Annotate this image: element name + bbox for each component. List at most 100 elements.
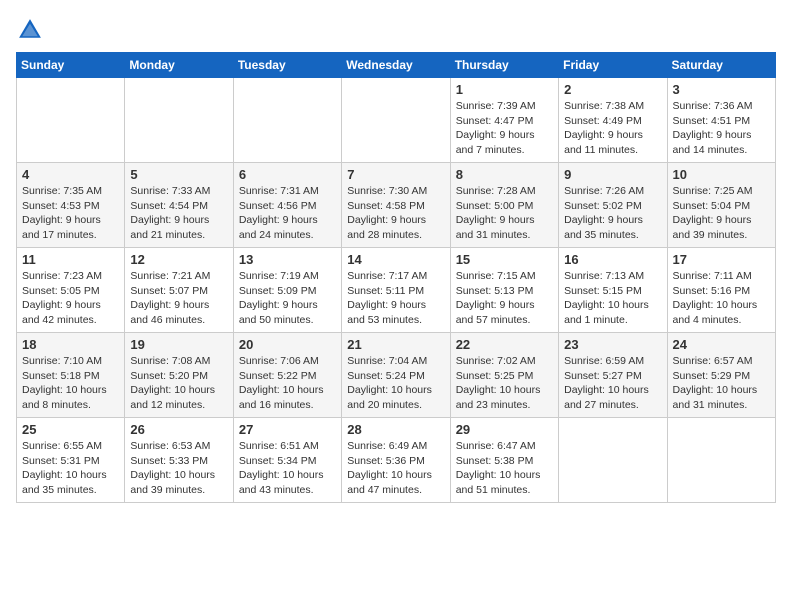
calendar-week-row: 11 Sunrise: 7:23 AM Sunset: 5:05 PM Dayli… — [17, 248, 776, 333]
day-number: 7 — [347, 167, 444, 182]
weekday-header: Wednesday — [342, 53, 450, 78]
calendar-cell: 1 Sunrise: 7:39 AM Sunset: 4:47 PM Daylig… — [450, 78, 558, 163]
day-info: Sunrise: 7:19 AM Sunset: 5:09 PM Dayligh… — [239, 269, 336, 328]
day-info: Sunrise: 7:23 AM Sunset: 5:05 PM Dayligh… — [22, 269, 119, 328]
day-info: Sunrise: 6:57 AM Sunset: 5:29 PM Dayligh… — [673, 354, 770, 413]
day-info: Sunrise: 6:55 AM Sunset: 5:31 PM Dayligh… — [22, 439, 119, 498]
weekday-header: Monday — [125, 53, 233, 78]
calendar-cell: 7 Sunrise: 7:30 AM Sunset: 4:58 PM Daylig… — [342, 163, 450, 248]
weekday-header-row: SundayMondayTuesdayWednesdayThursdayFrid… — [17, 53, 776, 78]
calendar-cell — [233, 78, 341, 163]
weekday-header: Tuesday — [233, 53, 341, 78]
day-info: Sunrise: 7:04 AM Sunset: 5:24 PM Dayligh… — [347, 354, 444, 413]
calendar-cell: 11 Sunrise: 7:23 AM Sunset: 5:05 PM Dayli… — [17, 248, 125, 333]
day-info: Sunrise: 7:38 AM Sunset: 4:49 PM Dayligh… — [564, 99, 661, 158]
calendar-cell: 8 Sunrise: 7:28 AM Sunset: 5:00 PM Daylig… — [450, 163, 558, 248]
day-info: Sunrise: 7:39 AM Sunset: 4:47 PM Dayligh… — [456, 99, 553, 158]
calendar-cell: 18 Sunrise: 7:10 AM Sunset: 5:18 PM Dayli… — [17, 333, 125, 418]
calendar-cell: 2 Sunrise: 7:38 AM Sunset: 4:49 PM Daylig… — [559, 78, 667, 163]
day-number: 28 — [347, 422, 444, 437]
header-section — [16, 16, 776, 44]
calendar-cell: 6 Sunrise: 7:31 AM Sunset: 4:56 PM Daylig… — [233, 163, 341, 248]
day-info: Sunrise: 7:31 AM Sunset: 4:56 PM Dayligh… — [239, 184, 336, 243]
day-number: 26 — [130, 422, 227, 437]
calendar-cell: 14 Sunrise: 7:17 AM Sunset: 5:11 PM Dayli… — [342, 248, 450, 333]
day-number: 25 — [22, 422, 119, 437]
day-number: 6 — [239, 167, 336, 182]
calendar-cell: 15 Sunrise: 7:15 AM Sunset: 5:13 PM Dayli… — [450, 248, 558, 333]
calendar-cell: 28 Sunrise: 6:49 AM Sunset: 5:36 PM Dayli… — [342, 418, 450, 503]
day-number: 18 — [22, 337, 119, 352]
day-info: Sunrise: 6:53 AM Sunset: 5:33 PM Dayligh… — [130, 439, 227, 498]
calendar-week-row: 4 Sunrise: 7:35 AM Sunset: 4:53 PM Daylig… — [17, 163, 776, 248]
day-info: Sunrise: 7:15 AM Sunset: 5:13 PM Dayligh… — [456, 269, 553, 328]
day-number: 2 — [564, 82, 661, 97]
day-info: Sunrise: 6:47 AM Sunset: 5:38 PM Dayligh… — [456, 439, 553, 498]
day-info: Sunrise: 7:36 AM Sunset: 4:51 PM Dayligh… — [673, 99, 770, 158]
day-number: 27 — [239, 422, 336, 437]
day-info: Sunrise: 7:08 AM Sunset: 5:20 PM Dayligh… — [130, 354, 227, 413]
day-info: Sunrise: 7:13 AM Sunset: 5:15 PM Dayligh… — [564, 269, 661, 328]
calendar-cell: 9 Sunrise: 7:26 AM Sunset: 5:02 PM Daylig… — [559, 163, 667, 248]
day-number: 1 — [456, 82, 553, 97]
day-number: 3 — [673, 82, 770, 97]
day-info: Sunrise: 6:59 AM Sunset: 5:27 PM Dayligh… — [564, 354, 661, 413]
calendar-cell: 16 Sunrise: 7:13 AM Sunset: 5:15 PM Dayli… — [559, 248, 667, 333]
calendar-cell: 5 Sunrise: 7:33 AM Sunset: 4:54 PM Daylig… — [125, 163, 233, 248]
calendar-cell: 12 Sunrise: 7:21 AM Sunset: 5:07 PM Dayli… — [125, 248, 233, 333]
day-number: 9 — [564, 167, 661, 182]
calendar-cell: 3 Sunrise: 7:36 AM Sunset: 4:51 PM Daylig… — [667, 78, 775, 163]
day-number: 20 — [239, 337, 336, 352]
day-info: Sunrise: 7:17 AM Sunset: 5:11 PM Dayligh… — [347, 269, 444, 328]
day-info: Sunrise: 6:49 AM Sunset: 5:36 PM Dayligh… — [347, 439, 444, 498]
day-number: 5 — [130, 167, 227, 182]
calendar-cell: 29 Sunrise: 6:47 AM Sunset: 5:38 PM Dayli… — [450, 418, 558, 503]
day-number: 23 — [564, 337, 661, 352]
calendar-cell: 27 Sunrise: 6:51 AM Sunset: 5:34 PM Dayli… — [233, 418, 341, 503]
calendar-cell — [559, 418, 667, 503]
calendar-cell: 26 Sunrise: 6:53 AM Sunset: 5:33 PM Dayli… — [125, 418, 233, 503]
calendar-cell: 10 Sunrise: 7:25 AM Sunset: 5:04 PM Dayli… — [667, 163, 775, 248]
day-info: Sunrise: 7:21 AM Sunset: 5:07 PM Dayligh… — [130, 269, 227, 328]
day-info: Sunrise: 7:10 AM Sunset: 5:18 PM Dayligh… — [22, 354, 119, 413]
calendar-cell: 4 Sunrise: 7:35 AM Sunset: 4:53 PM Daylig… — [17, 163, 125, 248]
calendar-cell: 19Sunrise: 7:08 AM Sunset: 5:20 PM Dayli… — [125, 333, 233, 418]
calendar-week-row: 1 Sunrise: 7:39 AM Sunset: 4:47 PM Daylig… — [17, 78, 776, 163]
weekday-header: Thursday — [450, 53, 558, 78]
day-number: 14 — [347, 252, 444, 267]
day-info: Sunrise: 7:30 AM Sunset: 4:58 PM Dayligh… — [347, 184, 444, 243]
calendar-cell: 24Sunrise: 6:57 AM Sunset: 5:29 PM Dayli… — [667, 333, 775, 418]
day-number: 15 — [456, 252, 553, 267]
day-info: Sunrise: 7:33 AM Sunset: 4:54 PM Dayligh… — [130, 184, 227, 243]
day-info: Sunrise: 7:11 AM Sunset: 5:16 PM Dayligh… — [673, 269, 770, 328]
calendar-week-row: 18 Sunrise: 7:10 AM Sunset: 5:18 PM Dayli… — [17, 333, 776, 418]
day-number: 8 — [456, 167, 553, 182]
calendar-week-row: 25 Sunrise: 6:55 AM Sunset: 5:31 PM Dayli… — [17, 418, 776, 503]
day-number: 16 — [564, 252, 661, 267]
day-number: 21 — [347, 337, 444, 352]
logo-icon — [16, 16, 44, 44]
day-info: Sunrise: 7:28 AM Sunset: 5:00 PM Dayligh… — [456, 184, 553, 243]
calendar-cell — [17, 78, 125, 163]
day-info: Sunrise: 7:06 AM Sunset: 5:22 PM Dayligh… — [239, 354, 336, 413]
day-number: 13 — [239, 252, 336, 267]
day-info: Sunrise: 7:35 AM Sunset: 4:53 PM Dayligh… — [22, 184, 119, 243]
calendar-cell: 13 Sunrise: 7:19 AM Sunset: 5:09 PM Dayli… — [233, 248, 341, 333]
calendar-cell — [125, 78, 233, 163]
day-info: Sunrise: 7:26 AM Sunset: 5:02 PM Dayligh… — [564, 184, 661, 243]
calendar-cell: 25 Sunrise: 6:55 AM Sunset: 5:31 PM Dayli… — [17, 418, 125, 503]
day-number: 12 — [130, 252, 227, 267]
calendar-cell: 17 Sunrise: 7:11 AM Sunset: 5:16 PM Dayli… — [667, 248, 775, 333]
day-number: 4 — [22, 167, 119, 182]
day-number: 17 — [673, 252, 770, 267]
day-number: 11 — [22, 252, 119, 267]
day-info: Sunrise: 6:51 AM Sunset: 5:34 PM Dayligh… — [239, 439, 336, 498]
day-number: 10 — [673, 167, 770, 182]
calendar-cell: 21 Sunrise: 7:04 AM Sunset: 5:24 PM Dayli… — [342, 333, 450, 418]
calendar-cell: 22Sunrise: 7:02 AM Sunset: 5:25 PM Dayli… — [450, 333, 558, 418]
calendar-cell: 20 Sunrise: 7:06 AM Sunset: 5:22 PM Dayli… — [233, 333, 341, 418]
day-info: Sunrise: 7:02 AM Sunset: 5:25 PM Dayligh… — [456, 354, 553, 413]
calendar-cell — [667, 418, 775, 503]
day-info: Sunrise: 7:25 AM Sunset: 5:04 PM Dayligh… — [673, 184, 770, 243]
day-number: 29 — [456, 422, 553, 437]
